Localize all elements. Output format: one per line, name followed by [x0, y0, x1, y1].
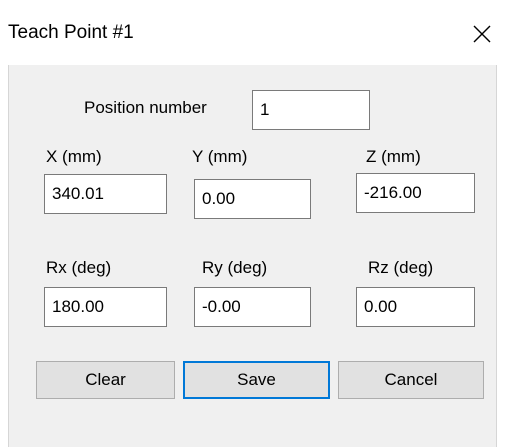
dialog-title: Teach Point #1 [8, 22, 134, 43]
x-label: X (mm) [46, 147, 102, 166]
rz-label: Rz (deg) [368, 258, 434, 277]
y-input[interactable] [194, 179, 311, 219]
teach-point-dialog: Teach Point #1 Position number X (mm) Y … [0, 0, 505, 447]
y-label: Y (mm) [192, 147, 248, 166]
title-bar[interactable]: Teach Point #1 [0, 0, 505, 65]
ry-label: Ry (deg) [202, 258, 268, 277]
close-icon [473, 25, 491, 43]
z-label: Z (mm) [366, 147, 421, 166]
cancel-button[interactable]: Cancel [338, 361, 484, 399]
dialog-client-area: Position number X (mm) Y (mm) Z (mm) Rx … [8, 65, 497, 447]
rz-input[interactable] [356, 287, 475, 327]
rx-label: Rx (deg) [46, 258, 112, 277]
z-input[interactable] [356, 173, 475, 213]
ry-input[interactable] [194, 287, 311, 327]
position-number-input[interactable] [252, 90, 370, 130]
position-number-label: Position number [84, 98, 207, 117]
close-button[interactable] [462, 14, 502, 54]
x-input[interactable] [44, 174, 167, 214]
rx-input[interactable] [44, 287, 167, 327]
clear-button[interactable]: Clear [36, 361, 175, 399]
save-button[interactable]: Save [183, 361, 330, 399]
